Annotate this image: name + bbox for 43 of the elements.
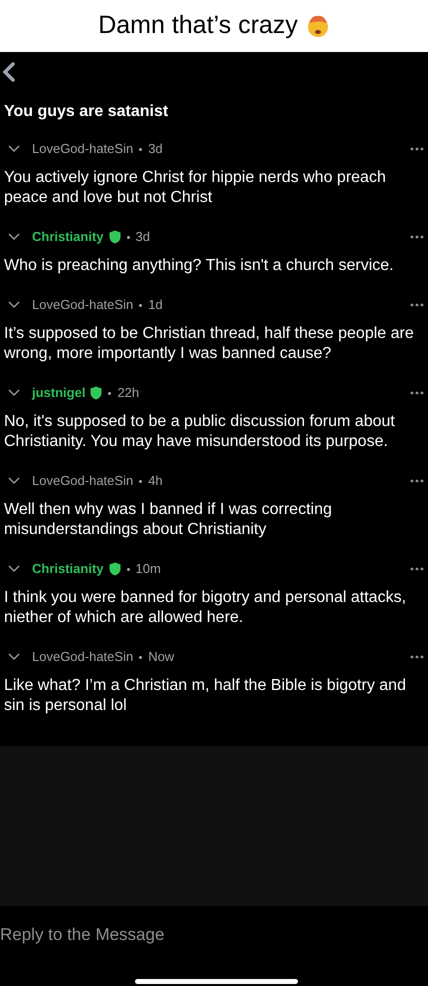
more-icon[interactable] <box>410 147 424 151</box>
comment-text: I think you were banned for bigotry and personal attacks, niether of which are allowed here. <box>4 588 408 628</box>
timestamp: 3d <box>136 228 150 246</box>
username[interactable]: LoveGod-hateSin <box>32 139 134 159</box>
collapse-icon[interactable] <box>8 653 20 661</box>
reply-field[interactable]: Reply to the Message <box>0 922 428 948</box>
username[interactable]: Christianity <box>32 227 104 247</box>
comment-text: Well then why was I banned if I was correcting misunderstandings about Christianity <box>4 500 333 540</box>
shield-icon <box>108 562 121 576</box>
username[interactable]: LoveGod-hateSin <box>32 295 134 315</box>
username[interactable]: LoveGod-hateSin <box>32 471 134 491</box>
comment-text: No, it's supposed to be a public discussion forum about Christianity. You may have misunderstood its purpose. <box>4 412 396 452</box>
shield-icon <box>90 386 102 400</box>
more-icon[interactable] <box>410 479 424 483</box>
comment-text: It’s supposed to be Christian thread, half these people are wrong, more importantly I was banned cause? <box>4 324 415 364</box>
timestamp: 1d <box>148 296 163 314</box>
timestamp: 22h <box>117 384 140 402</box>
collapse-icon[interactable] <box>8 565 20 573</box>
username[interactable]: LoveGod-hateSin <box>32 647 134 667</box>
comment-text: You actively ignore Christ for hippie nerds who preach peace and love but not Christ <box>4 168 387 208</box>
caption: Damn that’s crazy <box>98 10 298 42</box>
collapse-icon[interactable] <box>8 301 20 309</box>
timestamp: 4h <box>148 472 163 490</box>
more-icon[interactable] <box>410 567 424 571</box>
timestamp: 10m <box>136 560 161 578</box>
collapse-icon[interactable] <box>8 389 20 397</box>
more-icon[interactable] <box>410 391 424 395</box>
collapse-icon[interactable] <box>8 233 20 241</box>
shield-icon <box>108 230 121 244</box>
timestamp: 3d <box>148 140 163 158</box>
collapse-icon[interactable] <box>8 145 20 153</box>
back-icon[interactable] <box>2 61 16 83</box>
post-title: You guys are satanist <box>3 102 170 122</box>
collapse-icon[interactable] <box>8 477 20 485</box>
comment-text: Who is preaching anything? This isn't a church service. <box>4 256 395 276</box>
username[interactable]: Christianity <box>32 559 104 579</box>
username[interactable]: justnigel <box>32 383 86 403</box>
more-icon[interactable] <box>410 235 424 239</box>
more-icon[interactable] <box>410 655 424 659</box>
comment-text: Like what? I’m a Christian m, half the Bible is bigotry and sin is personal lol <box>4 676 407 716</box>
more-icon[interactable] <box>410 303 424 307</box>
timestamp: Now <box>148 648 174 666</box>
emoji-icon <box>306 14 330 38</box>
